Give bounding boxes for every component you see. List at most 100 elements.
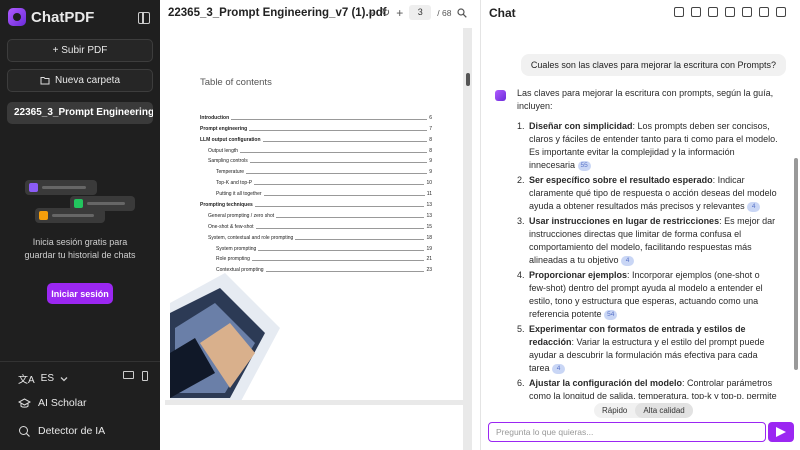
toc-leader xyxy=(255,227,425,229)
pdf-page-area[interactable]: Table of contents Introduction 6 Prompt en… xyxy=(165,28,472,450)
zoom-in-icon[interactable]: + xyxy=(396,6,403,20)
app-logo[interactable]: ChatPDF xyxy=(8,8,94,26)
item-title: Usar instrucciones en lugar de restricci… xyxy=(529,216,720,226)
toc-page: 10 xyxy=(424,180,432,187)
toc-row[interactable]: Introduction 6 xyxy=(200,110,432,121)
toc-row[interactable]: Temperature 9 xyxy=(200,164,432,176)
pdf-page xyxy=(165,405,463,450)
toc-leader xyxy=(276,216,425,218)
mobile-icon[interactable] xyxy=(142,371,148,381)
search-icon[interactable] xyxy=(457,7,468,18)
upload-pdf-label: + Subir PDF xyxy=(52,45,108,56)
toc-label: LLM output configuration xyxy=(200,136,263,143)
document-icon[interactable] xyxy=(691,7,701,17)
toc-leader xyxy=(249,129,428,131)
language-selector[interactable]: 文A ES xyxy=(18,371,68,386)
send-share-icon[interactable] xyxy=(725,7,735,17)
total-pages: / 68 xyxy=(437,7,452,18)
export-icon[interactable] xyxy=(742,7,752,17)
chat-input[interactable] xyxy=(488,422,766,442)
toc-row[interactable]: General prompting / zero shot 13 xyxy=(200,208,432,219)
item-number: 1. xyxy=(517,121,525,131)
illustration-card xyxy=(35,208,105,223)
toc-leader xyxy=(254,206,425,208)
bot-answer-item: 2. Ser específico sobre el resultado espe… xyxy=(517,174,779,213)
page-number-input[interactable]: 3 xyxy=(409,5,432,20)
toc-row[interactable]: One-shot & few-shot 15 xyxy=(200,219,432,230)
upload-pdf-button[interactable]: + Subir PDF xyxy=(7,39,153,62)
toc-row[interactable]: Role prompting 21 xyxy=(200,252,432,263)
toc-row[interactable]: LLM output configuration 8 xyxy=(200,132,432,143)
citation-badge[interactable]: 4 xyxy=(552,364,566,374)
toc-label: Role prompting xyxy=(216,256,252,263)
ai-detector-label: Detector de IA xyxy=(38,425,106,437)
toc-row[interactable]: Contextual prompting 23 xyxy=(200,262,432,274)
login-prompt-text: Inicia sesión gratis para guardar tu his… xyxy=(24,237,136,260)
bot-intro: Las claves para mejorar la escritura con… xyxy=(517,88,774,111)
toc-row[interactable]: Top-K and top-P 10 xyxy=(200,175,432,187)
toc-row[interactable]: Sampling controls 9 xyxy=(200,154,432,165)
pdf-scrollbar[interactable] xyxy=(466,73,470,86)
citation-badge[interactable]: 4 xyxy=(747,202,761,212)
desktop-icon[interactable] xyxy=(123,371,134,379)
toc-page: 13 xyxy=(424,212,432,219)
toc-row[interactable]: Prompt engineering 7 xyxy=(200,121,432,132)
cover-decoration-image xyxy=(170,273,280,400)
toc-leader xyxy=(263,195,425,197)
mode-toggle: Rápido Alta calidad xyxy=(594,403,693,418)
toc-row[interactable]: System, contextual and role prompting 18 xyxy=(200,230,432,241)
new-folder-button[interactable]: Nueva carpeta xyxy=(7,69,153,92)
ai-detector-link[interactable]: Detector de IA xyxy=(18,425,105,437)
folder-icon xyxy=(40,77,50,85)
toc-page: 6 xyxy=(427,114,432,121)
toc-row[interactable]: Output length 8 xyxy=(200,143,432,154)
bot-answer-item: 6. Ajustar la configuración del modelo: C… xyxy=(517,377,779,399)
chat-toolbar xyxy=(674,7,786,17)
toc-leader xyxy=(240,151,428,153)
toc-leader xyxy=(246,173,428,175)
mode-quality-button[interactable]: Alta calidad xyxy=(635,403,693,418)
shield-icon[interactable] xyxy=(674,7,684,17)
citation-badge[interactable]: 54 xyxy=(604,310,618,320)
item-title: Ajustar la configuración del modelo xyxy=(529,378,683,388)
chat-scrollbar[interactable] xyxy=(794,158,798,370)
reset-icon[interactable] xyxy=(759,7,769,17)
pdf-viewer: 22365_3_Prompt Engineering_v7 (1).pdf − … xyxy=(160,0,480,450)
toc-label: System, contextual and role prompting xyxy=(208,234,296,241)
bot-answer-item: 1. Diseñar con simplicidad: Los prompts d… xyxy=(517,120,779,172)
edit-icon[interactable] xyxy=(708,7,718,17)
toc-label: Prompt engineering xyxy=(200,125,250,132)
zoom-out-icon[interactable]: − xyxy=(368,6,375,20)
toc-label: Contextual prompting xyxy=(216,267,266,274)
toc-page: 8 xyxy=(427,136,432,143)
toc-label: General prompting / zero shot xyxy=(208,212,277,219)
bot-answer-item: 3. Usar instrucciones en lugar de restric… xyxy=(517,215,779,267)
sidebar-document-item[interactable]: 22365_3_Prompt Engineering_v7... xyxy=(7,102,153,124)
chat-title: Chat xyxy=(489,6,516,20)
mode-fast-button[interactable]: Rápido xyxy=(594,403,635,418)
item-title: Ser específico sobre el resultado espera… xyxy=(529,175,713,185)
toc-label: System prompting xyxy=(216,245,259,252)
send-button[interactable] xyxy=(768,422,794,442)
pdf-filename: 22365_3_Prompt Engineering_v7 (1).pdf xyxy=(168,7,387,19)
toc-row[interactable]: Prompting techniques 13 xyxy=(200,197,432,209)
bot-answer-item: 4. Proporcionar ejemplos: Incorporar ejem… xyxy=(517,269,779,321)
citation-badge[interactable]: 4 xyxy=(621,256,635,266)
ai-scholar-link[interactable]: AI Scholar xyxy=(18,397,86,409)
toc-page: 7 xyxy=(427,125,432,132)
pdf-controls: − ↻ + 3 / 68 xyxy=(368,5,468,20)
toc-row[interactable]: System prompting 19 xyxy=(200,241,432,252)
bot-avatar-icon xyxy=(495,90,506,101)
copy-icon[interactable] xyxy=(776,7,786,17)
bot-answer-item: 5. Experimentar con formatos de entrada y… xyxy=(517,323,779,375)
citation-badge[interactable]: 55 xyxy=(577,161,591,171)
rotate-icon[interactable]: ↻ xyxy=(381,6,390,19)
translate-icon: 文A xyxy=(18,375,35,386)
toc-page: 15 xyxy=(424,223,432,230)
chevron-down-icon xyxy=(60,376,68,381)
toc-page: 23 xyxy=(424,267,432,274)
sidebar-collapse-icon[interactable] xyxy=(138,12,150,24)
toc-row[interactable]: Putting it all together 11 xyxy=(200,186,432,198)
login-button[interactable]: Iniciar sesión xyxy=(47,283,113,304)
toc-label: Output length xyxy=(208,147,241,154)
